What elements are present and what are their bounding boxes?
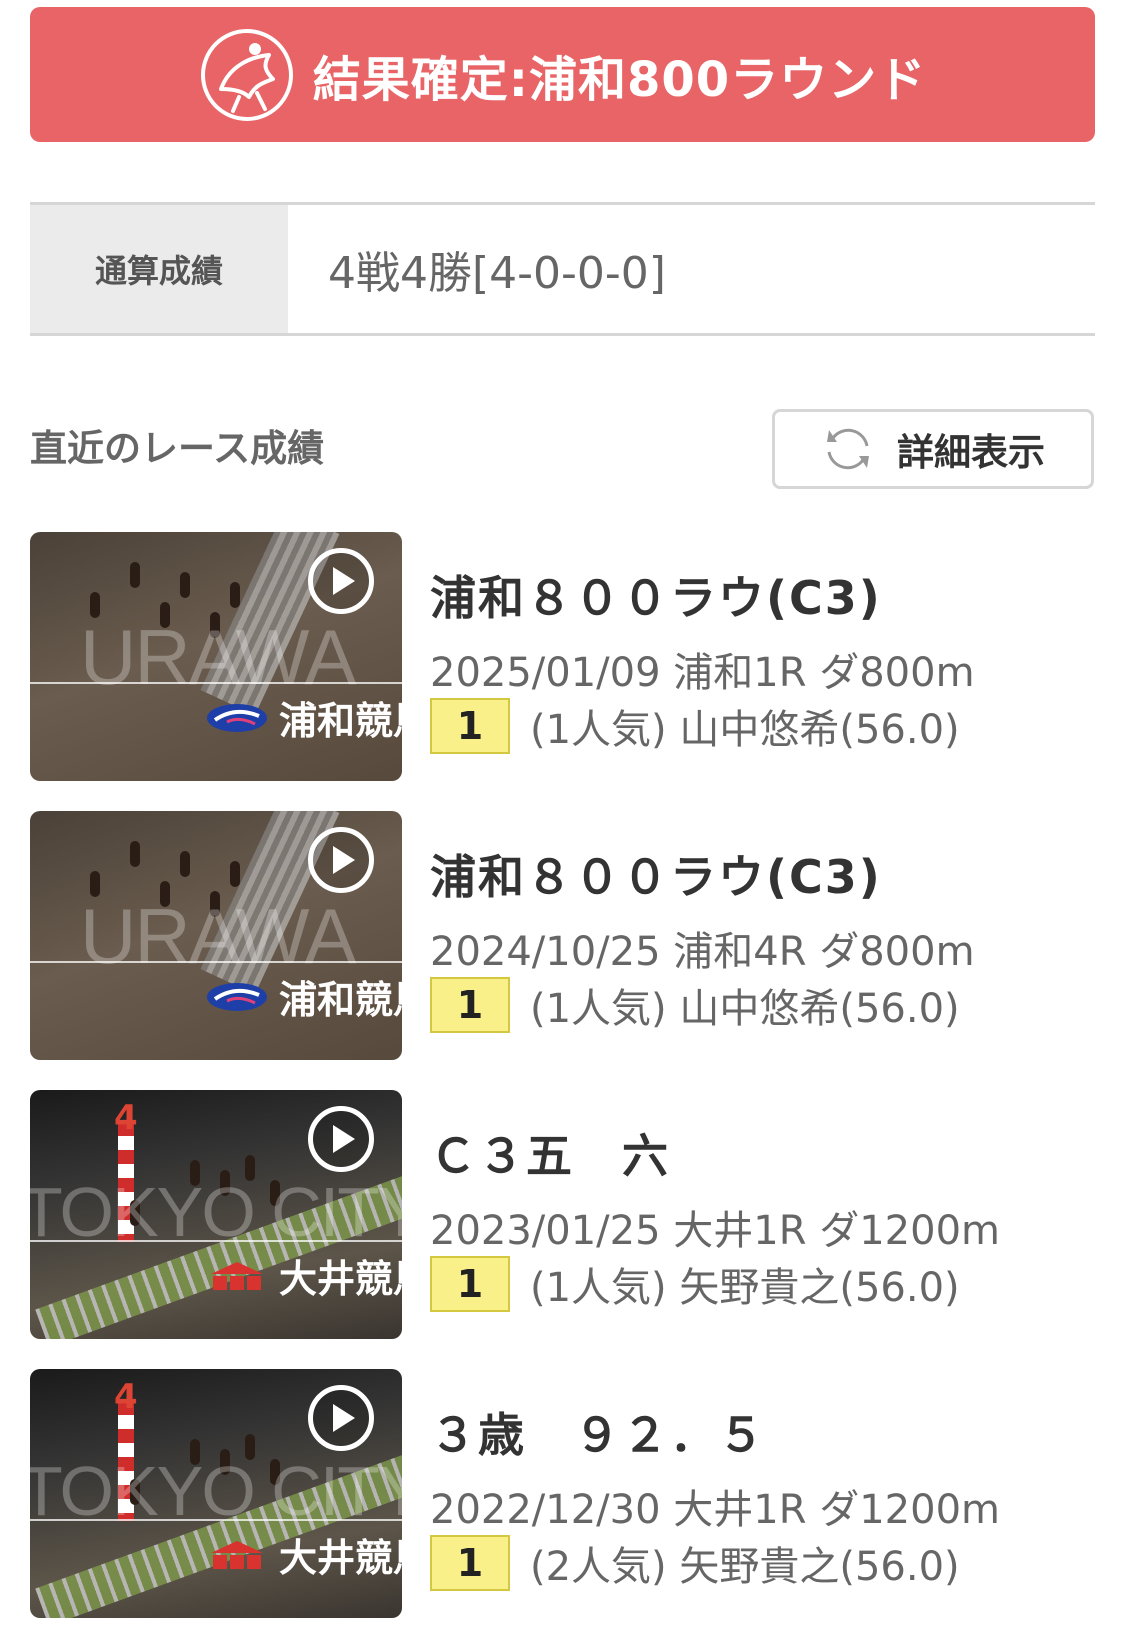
race-name[interactable]: 浦和８００ラウ(C3) bbox=[430, 841, 882, 907]
track-logo: 大井競馬 bbox=[205, 1527, 402, 1582]
race-name[interactable]: ３歳 ９２．５ bbox=[430, 1399, 766, 1465]
race-name[interactable]: Ｃ３五 六 bbox=[430, 1120, 670, 1186]
race-meta: 2025/01/09 浦和1R ダ800m bbox=[430, 650, 975, 696]
thumb-track-name: 浦和競馬 bbox=[279, 699, 402, 743]
tck-emblem-icon bbox=[211, 1540, 263, 1569]
race-video-thumbnail[interactable]: 4 TOKYO CITY KEIBA 大井競馬 bbox=[30, 1369, 402, 1618]
detail-view-button[interactable]: 詳細表示 bbox=[772, 409, 1094, 489]
play-icon[interactable] bbox=[308, 548, 374, 614]
result-text: (1人気) 矢野貴之(56.0) bbox=[530, 1265, 960, 1311]
detail-view-label: 詳細表示 bbox=[897, 431, 1045, 474]
race-result: 1 (1人気) 山中悠希(56.0) bbox=[430, 976, 960, 1034]
race-meta: 2024/10/25 浦和4R ダ800m bbox=[430, 929, 975, 975]
race-item[interactable]: URAWA 浦和競馬 浦和８００ラウ(C3) 2024/10/25 浦和4R ダ… bbox=[30, 811, 1095, 1061]
result-banner[interactable]: 結果確定:浦和800ラウンド bbox=[30, 7, 1095, 142]
banner-title: 結果確定:浦和800ラウンド bbox=[312, 51, 927, 108]
thumb-track-name: 大井競馬 bbox=[279, 1257, 402, 1301]
race-item[interactable]: 4 TOKYO CITY KEIBA 大井競馬 ３歳 ９２．５ 2022/12/… bbox=[30, 1369, 1095, 1619]
result-text: (1人気) 山中悠希(56.0) bbox=[530, 707, 960, 753]
recent-races-title: 直近のレース成績 bbox=[30, 427, 325, 470]
result-text: (1人気) 山中悠希(56.0) bbox=[530, 986, 960, 1032]
record-value: 4戦4勝[4-0-0-0] bbox=[328, 248, 666, 299]
urawa-emblem-icon bbox=[207, 703, 267, 732]
thumb-track-name: 浦和競馬 bbox=[279, 978, 402, 1022]
jockey-horse-icon bbox=[200, 28, 293, 121]
race-result: 1 (1人気) 山中悠希(56.0) bbox=[430, 697, 960, 755]
race-name[interactable]: 浦和８００ラウ(C3) bbox=[430, 562, 882, 628]
play-icon[interactable] bbox=[308, 827, 374, 893]
track-logo: 浦和競馬 bbox=[205, 969, 402, 1024]
record-label: 通算成績 bbox=[30, 205, 288, 333]
race-meta: 2022/12/30 大井1R ダ1200m bbox=[430, 1487, 1000, 1533]
race-video-thumbnail[interactable]: URAWA 浦和競馬 bbox=[30, 811, 402, 1060]
career-record: 通算成績 4戦4勝[4-0-0-0] bbox=[30, 202, 1095, 336]
rank-badge: 1 bbox=[430, 1535, 510, 1591]
refresh-icon bbox=[827, 428, 869, 470]
rank-badge: 1 bbox=[430, 698, 510, 754]
rank-badge: 1 bbox=[430, 1256, 510, 1312]
race-meta: 2023/01/25 大井1R ダ1200m bbox=[430, 1208, 1000, 1254]
race-item[interactable]: URAWA 浦和競馬 浦和８００ラウ(C3) 2025/01/09 浦和1R ダ… bbox=[30, 532, 1095, 782]
race-result: 1 (2人気) 矢野貴之(56.0) bbox=[430, 1534, 960, 1592]
race-video-thumbnail[interactable]: 4 TOKYO CITY KEIBA 大井競馬 bbox=[30, 1090, 402, 1339]
race-result: 1 (1人気) 矢野貴之(56.0) bbox=[430, 1255, 960, 1313]
race-item[interactable]: 4 TOKYO CITY KEIBA 大井競馬 Ｃ３五 六 2023/01/25… bbox=[30, 1090, 1095, 1340]
thumb-track-name: 大井競馬 bbox=[279, 1536, 402, 1580]
play-icon[interactable] bbox=[308, 1106, 374, 1172]
tck-emblem-icon bbox=[211, 1261, 263, 1290]
track-logo: 浦和競馬 bbox=[205, 690, 402, 745]
race-video-thumbnail[interactable]: URAWA 浦和競馬 bbox=[30, 532, 402, 781]
track-logo: 大井競馬 bbox=[205, 1248, 402, 1303]
urawa-emblem-icon bbox=[207, 982, 267, 1011]
result-text: (2人気) 矢野貴之(56.0) bbox=[530, 1544, 960, 1590]
play-icon[interactable] bbox=[308, 1385, 374, 1451]
rank-badge: 1 bbox=[430, 977, 510, 1033]
